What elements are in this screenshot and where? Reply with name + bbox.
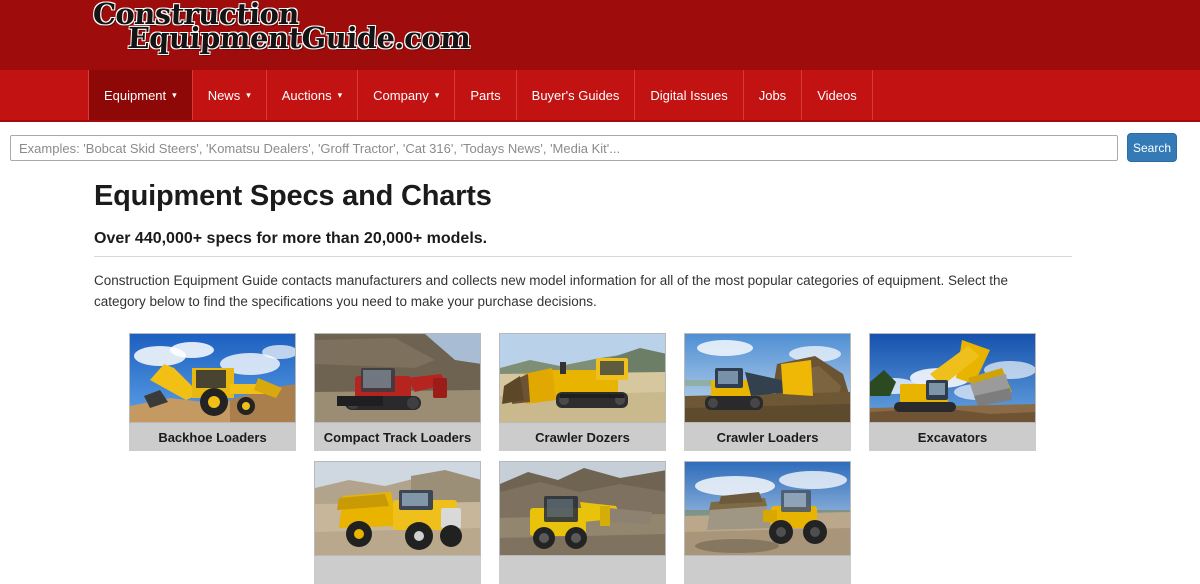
nav-label-jobs: Jobs [759,88,786,103]
category-grid: Backhoe Loaders [129,333,1054,584]
nav-item-jobs[interactable]: Jobs [744,70,802,120]
grid-spacer [129,461,296,584]
wheel-loader-photo [684,461,851,556]
grid-spacer [869,461,1036,584]
section-divider [94,256,1072,257]
category-label: Backhoe Loaders [129,423,296,451]
site-header-band: Construction EquipmentGuide.com [0,0,1200,70]
nav-item-digital-issues[interactable]: Digital Issues [635,70,743,120]
nav-label-company: Company [373,88,429,103]
nav-label-equipment: Equipment [104,88,166,103]
search-button[interactable]: Search [1127,133,1177,162]
crawler-loader-photo [684,333,851,423]
category-label [314,556,481,584]
chevron-down-icon: ▾ [338,91,343,100]
intro-paragraph: Construction Equipment Guide contacts ma… [94,270,1054,312]
category-card-wheel-loaders[interactable] [684,461,851,584]
compact-track-loader-photo [314,333,481,423]
nav-label-digital-issues: Digital Issues [650,88,727,103]
category-label [684,556,851,584]
skid-steer-loader-photo [499,461,666,556]
category-label: Crawler Loaders [684,423,851,451]
category-card-backhoe-loaders[interactable]: Backhoe Loaders [129,333,296,451]
category-card-articulated-trucks[interactable] [314,461,481,584]
navigation-items: Equipment ▾ News ▾ Auctions ▾ Company ▾ … [88,70,873,120]
crawler-dozer-photo [499,333,666,423]
category-card-excavators[interactable]: Excavators [869,333,1036,451]
page-title: Equipment Specs and Charts [94,180,492,213]
category-card-crawler-dozers[interactable]: Crawler Dozers [499,333,666,451]
nav-item-auctions[interactable]: Auctions ▾ [267,70,358,120]
category-card-skid-steer-loaders[interactable] [499,461,666,584]
excavator-photo [869,333,1036,423]
nav-item-buyers-guides[interactable]: Buyer's Guides [517,70,636,120]
category-label [499,556,666,584]
nav-item-news[interactable]: News ▾ [193,70,267,120]
nav-label-news: News [208,88,241,103]
nav-item-company[interactable]: Company ▾ [358,70,455,120]
site-logo[interactable]: Construction EquipmentGuide.com [86,1,389,63]
nav-label-buyers-guides: Buyer's Guides [532,88,620,103]
chevron-down-icon: ▾ [435,91,440,100]
logo-line-two: EquipmentGuide.com [87,25,388,52]
nav-label-parts: Parts [470,88,500,103]
nav-item-videos[interactable]: Videos [802,70,873,120]
search-input[interactable] [10,135,1118,161]
category-card-compact-track-loaders[interactable]: Compact Track Loaders [314,333,481,451]
category-label: Crawler Dozers [499,423,666,451]
nav-item-parts[interactable]: Parts [455,70,516,120]
nav-item-equipment[interactable]: Equipment ▾ [88,70,193,120]
chevron-down-icon: ▾ [246,91,251,100]
category-label: Compact Track Loaders [314,423,481,451]
category-label: Excavators [869,423,1036,451]
articulated-dump-truck-photo [314,461,481,556]
main-navigation-bar: Equipment ▾ News ▾ Auctions ▾ Company ▾ … [0,70,1200,122]
chevron-down-icon: ▾ [172,91,177,100]
backhoe-loader-photo [129,333,296,423]
category-card-crawler-loaders[interactable]: Crawler Loaders [684,333,851,451]
page-subtitle: Over 440,000+ specs for more than 20,000… [94,230,487,248]
nav-label-auctions: Auctions [282,88,332,103]
nav-label-videos: Videos [817,88,857,103]
